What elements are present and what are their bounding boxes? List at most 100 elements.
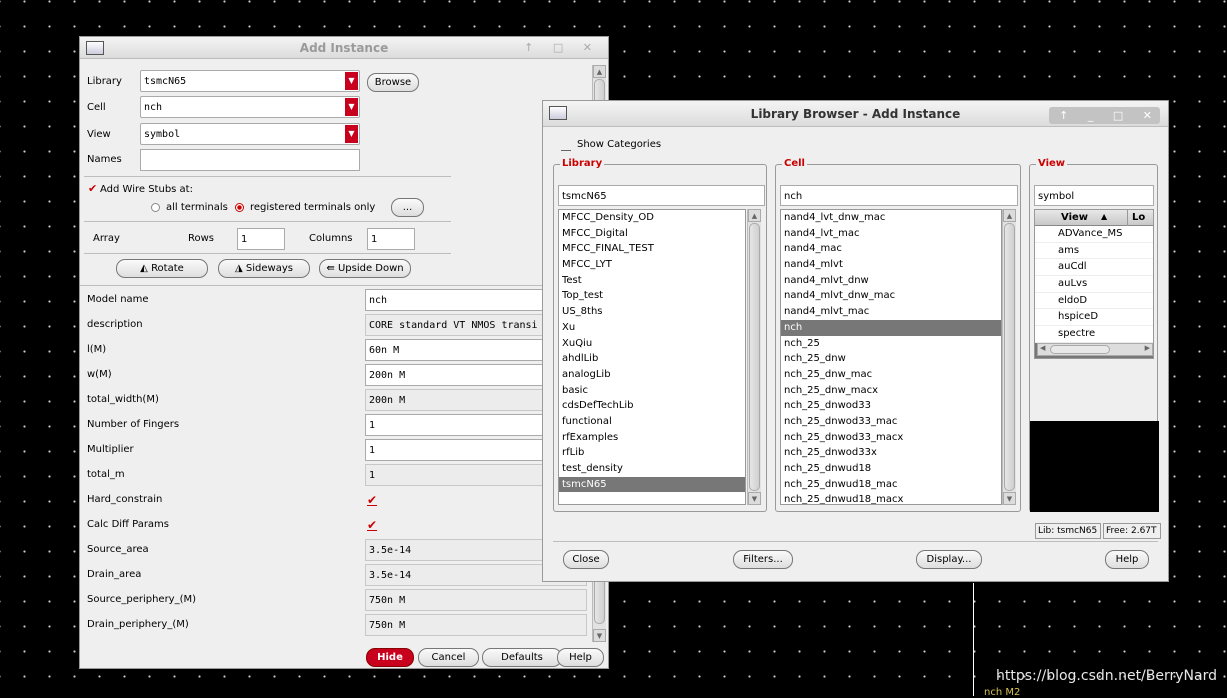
cell-list[interactable]: nand4_lvt_dnw_mac nand4_lvt_mac nand4_mac n… (780, 209, 1002, 505)
cell-list-item[interactable]: nch_25_dnwud18_macx (781, 492, 1001, 504)
cell-list-item[interactable]: nch_25_dnwod33_macx (781, 430, 1001, 446)
browse-button[interactable]: Browse (367, 73, 419, 92)
cell-list-item[interactable]: nand4_mlvt_mac (781, 304, 1001, 320)
cell-list-item[interactable]: nch_25_dnw_macx (781, 383, 1001, 399)
library-list-scrollbar[interactable]: ▲ ▼ (747, 209, 761, 505)
cell-list-item[interactable]: nand4_mac (781, 241, 1001, 257)
chevron-down-icon[interactable]: ▼ (345, 98, 358, 116)
cell-list-scrollbar[interactable]: ▲ ▼ (1002, 209, 1016, 505)
library-list[interactable]: MFCC_Density_OD MFCC_Digital MFCC_FINAL_TE… (558, 209, 746, 505)
cell-list-item[interactable]: nch_25_dnw (781, 351, 1001, 367)
filters-button[interactable]: Filters... (733, 550, 793, 569)
library-list-item[interactable]: US_8ths (559, 304, 745, 320)
view-list-item[interactable]: auCdl (1035, 259, 1153, 277)
cell-list-item[interactable]: nch (781, 319, 1001, 336)
wire-stubs-checkbox[interactable]: ✔ (88, 183, 98, 194)
view-column-header[interactable]: View (1061, 212, 1088, 223)
cell-filter-input[interactable]: nch (780, 185, 1018, 206)
view-table-header[interactable]: View ▲ Lo (1035, 210, 1153, 226)
view-filter-input[interactable]: symbol (1034, 185, 1154, 206)
lo-column-header[interactable]: Lo (1127, 210, 1145, 226)
add-instance-titlebar[interactable]: Add Instance ↑ □ ✕ (80, 37, 608, 59)
param-checkbox[interactable]: ✔ (367, 518, 377, 532)
defaults-button[interactable]: Defaults (482, 648, 562, 667)
library-list-item[interactable]: rfExamples (559, 430, 745, 446)
param-checkbox[interactable]: ✔ (367, 493, 377, 507)
scroll-up-icon[interactable]: ▲ (1003, 209, 1016, 222)
scroll-down-icon[interactable]: ▼ (593, 629, 606, 642)
upside-down-button[interactable]: ⇚ Upside Down (319, 259, 411, 278)
help-button[interactable]: Help (1105, 550, 1149, 569)
view-table[interactable]: View ▲ Lo ADVance_MS ams auCdl auLvs eldoD hs… (1034, 209, 1154, 359)
view-list-item[interactable]: ADVance_MS (1035, 226, 1153, 243)
library-list-item[interactable]: cdsDefTechLib (559, 398, 745, 414)
registered-terminals-radio[interactable] (235, 203, 244, 212)
scroll-right-icon[interactable]: ▶ (1145, 344, 1150, 352)
cell-list-item[interactable]: nand4_mlvt_dnw_mac (781, 288, 1001, 304)
rotate-button[interactable]: ◭ Rotate (116, 259, 208, 278)
cell-list-item[interactable]: nch_25_dnwud18_mac (781, 477, 1001, 493)
all-terminals-radio[interactable] (151, 203, 160, 212)
scroll-left-icon[interactable]: ◀ (1040, 344, 1045, 352)
library-list-item[interactable]: Xu (559, 320, 745, 336)
close-button[interactable]: Close (563, 550, 609, 569)
library-list-item[interactable]: MFCC_Digital (559, 226, 745, 242)
cell-list-item[interactable]: nch_25_dnwod33x (781, 445, 1001, 461)
view-list[interactable]: ADVance_MS ams auCdl auLvs eldoD hspiceD spect… (1035, 226, 1153, 358)
scroll-up-icon[interactable]: ▲ (748, 209, 761, 222)
library-list-item[interactable]: XuQiu (559, 336, 745, 352)
help-button[interactable]: Help (557, 648, 604, 667)
columns-input[interactable]: 1 (367, 228, 415, 250)
library-list-item[interactable]: Top_test (559, 288, 745, 304)
view-list-item[interactable]: auLvs (1035, 276, 1153, 293)
library-browser-titlebar[interactable]: Library Browser - Add Instance ↑ _ □ ✕ (543, 101, 1168, 127)
view-list-item[interactable]: eldoD (1035, 293, 1153, 310)
cell-list-item[interactable]: nch_25_dnwud18 (781, 461, 1001, 477)
library-list-item[interactable]: basic (559, 383, 745, 399)
view-list-item[interactable]: spectre (1035, 326, 1153, 343)
library-list-item[interactable]: analogLib (559, 367, 745, 383)
window-controls-icon[interactable]: ↑ _ □ ✕ (1049, 107, 1160, 124)
library-list-item[interactable]: MFCC_FINAL_TEST (559, 241, 745, 257)
library-list-item[interactable]: rfLib (559, 445, 745, 461)
library-list-item[interactable]: Test (559, 273, 745, 289)
view-list-item[interactable]: ams (1035, 243, 1153, 260)
cell-list-item[interactable]: nch_25_dnwod33_mac (781, 414, 1001, 430)
view-combo[interactable]: symbol ▼ (140, 123, 360, 145)
cell-list-item[interactable]: nch_25_dnwod33 (781, 398, 1001, 414)
library-list-item[interactable]: MFCC_LYT (559, 257, 745, 273)
chevron-down-icon[interactable]: ▼ (345, 72, 358, 90)
hide-button[interactable]: Hide (366, 648, 414, 667)
sort-ascending-icon[interactable]: ▲ (1101, 212, 1107, 221)
show-categories-checkbox[interactable] (561, 142, 571, 151)
display-button[interactable]: Display... (916, 550, 982, 569)
library-list-item[interactable]: ahdlLib (559, 351, 745, 367)
cell-list-item[interactable]: nch_25_dnw_mac (781, 367, 1001, 383)
scroll-thumb[interactable] (1050, 345, 1110, 354)
cell-combo[interactable]: nch ▼ (140, 96, 360, 118)
scroll-down-icon[interactable]: ▼ (1003, 492, 1016, 505)
view-table-hscrollbar[interactable]: ◀ ▶ (1037, 343, 1153, 356)
cell-list-item[interactable]: nand4_mlvt_dnw (781, 273, 1001, 289)
library-list-item[interactable]: tsmcN65 (559, 476, 745, 493)
library-list-item[interactable]: test_density (559, 461, 745, 477)
scroll-down-icon[interactable]: ▼ (748, 492, 761, 505)
cell-list-item[interactable]: nand4_lvt_mac (781, 226, 1001, 242)
scroll-up-icon[interactable]: ▲ (593, 65, 606, 78)
cancel-button[interactable]: Cancel (418, 648, 479, 667)
terminals-options-button[interactable]: ... (391, 198, 424, 217)
cell-list-item[interactable]: nand4_lvt_dnw_mac (781, 210, 1001, 226)
scroll-thumb[interactable] (1004, 223, 1015, 491)
sideways-button[interactable]: ◮ Sideways (218, 259, 310, 278)
chevron-down-icon[interactable]: ▼ (345, 125, 358, 143)
scroll-thumb[interactable] (749, 223, 760, 491)
names-input[interactable] (140, 149, 360, 171)
cell-list-item[interactable]: nch_25 (781, 336, 1001, 352)
library-list-item[interactable]: functional (559, 414, 745, 430)
library-list-item[interactable]: MFCC_Density_OD (559, 210, 745, 226)
view-list-item[interactable]: hspiceD (1035, 309, 1153, 327)
rows-input[interactable]: 1 (237, 228, 285, 250)
library-combo[interactable]: tsmcN65 ▼ (140, 70, 360, 92)
cell-list-item[interactable]: nand4_mlvt (781, 257, 1001, 273)
window-controls-icon[interactable]: ↑ □ ✕ (524, 41, 600, 54)
